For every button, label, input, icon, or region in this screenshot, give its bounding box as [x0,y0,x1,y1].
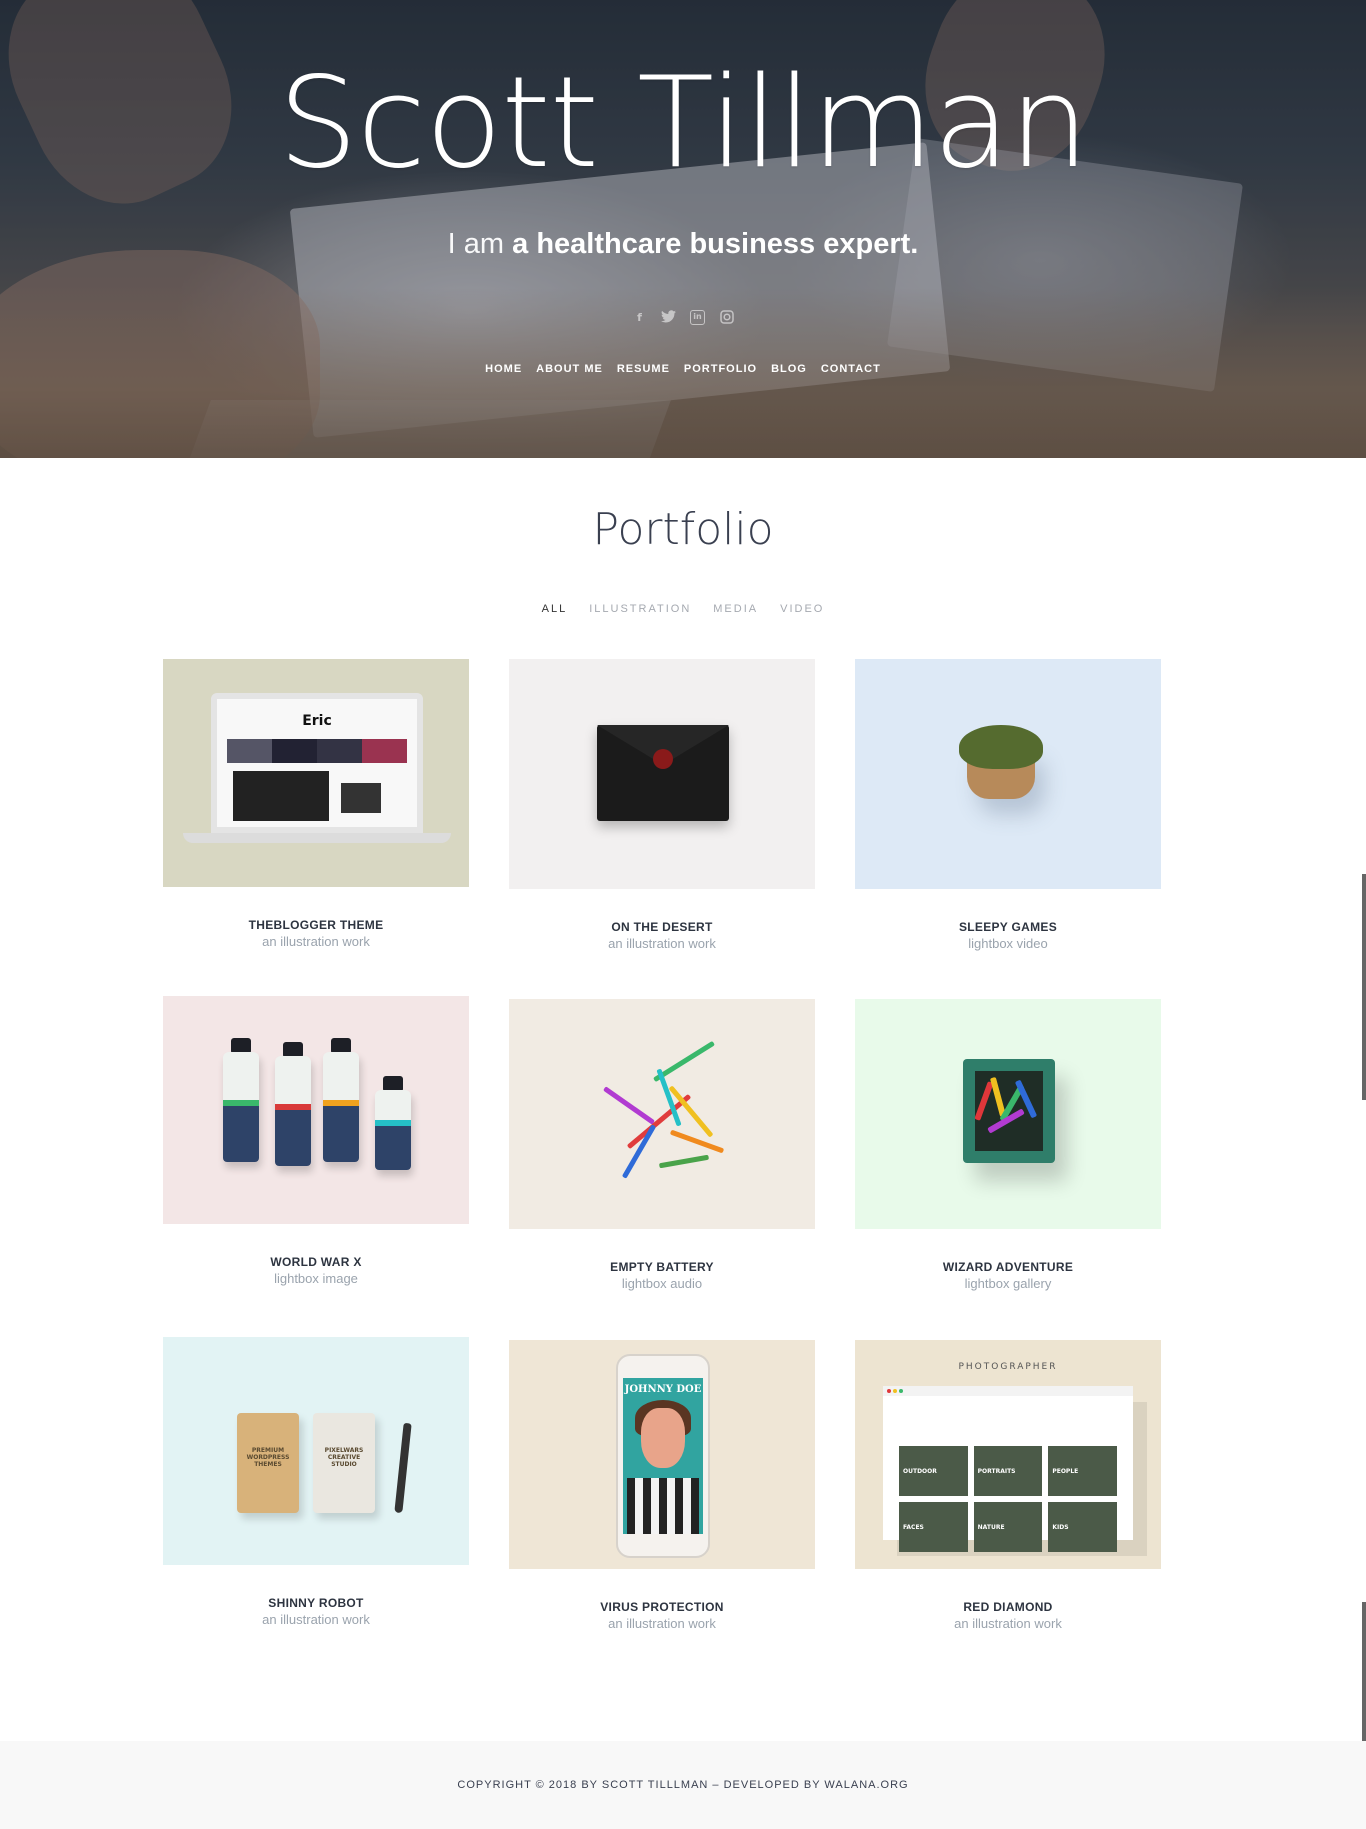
portfolio-item[interactable]: ON THE DESERT an illustration work [509,659,815,953]
portfolio-thumb-on-the-desert[interactable] [509,659,815,889]
portfolio-item[interactable]: Eric THEBLOGGER THEME an illustration wo… [163,659,469,951]
portfolio-item[interactable]: WORLD WAR X lightbox image [163,996,469,1288]
portfolio-item[interactable]: PHOTOGRAPHER OUTDOOR PORTRAITS PEOPLE FA… [855,1340,1161,1633]
portfolio-item-subtitle: lightbox video [968,936,1048,951]
portfolio-thumb-theblogger[interactable]: Eric [163,659,469,887]
portfolio-item-subtitle: lightbox audio [621,1276,703,1291]
book-label: PIXELWARS CREATIVE STUDIO [324,1447,364,1468]
portfolio-item-title[interactable]: SHINNY ROBOT [163,1595,469,1611]
filter-illustration[interactable]: ILLUSTRATION [589,600,691,618]
nav-resume[interactable]: RESUME [617,360,670,378]
portfolio-item-title[interactable]: VIRUS PROTECTION [509,1599,815,1615]
portfolio-item-subtitle: an illustration work [608,1616,716,1631]
filter-media[interactable]: MEDIA [713,600,758,618]
laptop-logo: Eric [302,713,332,729]
tagline-prefix: I am [447,228,505,260]
portfolio-item-title[interactable]: RED DIAMOND [855,1599,1161,1615]
gallery-label: OUTDOOR [899,1446,968,1496]
portfolio-item-subtitle: an illustration work [262,934,370,949]
portfolio-item-subtitle: an illustration work [262,1612,370,1627]
portfolio-thumb-empty-battery[interactable] [509,999,815,1229]
gallery-label: PORTRAITS [973,1446,1043,1496]
portfolio-filters: ALL ILLUSTRATION MEDIA VIDEO [0,600,1366,620]
photographer-label: PHOTOGRAPHER [958,1362,1058,1372]
main-nav: HOME ABOUT ME RESUME PORTFOLIO BLOG CONT… [0,360,1366,378]
portfolio-item-title[interactable]: EMPTY BATTERY [509,1259,815,1275]
portfolio-thumb-virus-protection[interactable]: JOHNNY DOE [509,1340,815,1569]
portfolio-item-subtitle: lightbox gallery [964,1276,1052,1291]
portfolio-thumb-world-war-x[interactable] [163,996,469,1224]
gallery-label: NATURE [973,1502,1043,1552]
twitter-icon[interactable] [661,310,676,325]
portfolio-item[interactable]: EMPTY BATTERY lightbox audio [509,999,815,1293]
instagram-icon[interactable] [719,310,734,325]
portfolio-item-title[interactable]: ON THE DESERT [509,919,815,935]
portfolio-thumb-shinny-robot[interactable]: PREMIUM WORDPRESS THEMES PIXELWARS CREAT… [163,1337,469,1565]
portfolio-thumb-wizard-adventure[interactable] [855,999,1161,1229]
tagline-strong: a healthcare business expert. [512,228,919,260]
social-links: f in [0,310,1366,325]
linkedin-icon[interactable]: in [690,310,705,325]
portfolio-thumb-sleepy-games[interactable] [855,659,1161,889]
nav-about-me[interactable]: ABOUT ME [536,360,603,378]
portfolio-thumb-red-diamond[interactable]: PHOTOGRAPHER OUTDOOR PORTRAITS PEOPLE FA… [855,1340,1161,1569]
gallery-label: FACES [899,1502,968,1552]
hero-tagline: I am a healthcare business expert. [0,224,1366,264]
portfolio-title: Portfolio [592,504,774,555]
phone-headline: JOHNNY DOE [624,1384,702,1395]
portfolio-item-subtitle: lightbox image [274,1271,358,1286]
filter-all[interactable]: ALL [541,600,568,620]
portfolio-item[interactable]: PREMIUM WORDPRESS THEMES PIXELWARS CREAT… [163,1337,469,1629]
portfolio-item[interactable]: JOHNNY DOE VIRUS PROTECTION an illustrat… [509,1340,815,1633]
portfolio-item-title[interactable]: WIZARD ADVENTURE [855,1259,1161,1275]
nav-contact[interactable]: CONTACT [821,360,881,378]
portfolio-item-subtitle: an illustration work [954,1616,1062,1631]
portfolio-item[interactable]: SLEEPY GAMES lightbox video [855,659,1161,953]
hero-banner: Scott Tillman I am a healthcare business… [0,0,1366,458]
scrollbar-thumb[interactable] [1362,874,1366,1100]
nav-portfolio[interactable]: PORTFOLIO [684,360,757,378]
gallery-label: KIDS [1048,1502,1117,1552]
portfolio-item-title[interactable]: SLEEPY GAMES [855,919,1161,935]
nav-home[interactable]: HOME [485,360,522,378]
portfolio-item[interactable]: WIZARD ADVENTURE lightbox gallery [855,999,1161,1293]
footer-copyright: COPYRIGHT © 2018 BY SCOTT TILLLMAN – DEV… [0,1741,1366,1829]
portfolio-item-subtitle: an illustration work [608,936,716,951]
filter-video[interactable]: VIDEO [780,600,824,618]
book-label: PREMIUM WORDPRESS THEMES [246,1447,290,1468]
hero-name: Scott Tillman [277,49,1089,196]
portfolio-item-title[interactable]: THEBLOGGER THEME [163,917,469,933]
gallery-label: PEOPLE [1048,1446,1117,1496]
portfolio-item-title[interactable]: WORLD WAR X [163,1254,469,1270]
nav-blog[interactable]: BLOG [771,360,807,378]
facebook-icon[interactable]: f [632,310,647,325]
